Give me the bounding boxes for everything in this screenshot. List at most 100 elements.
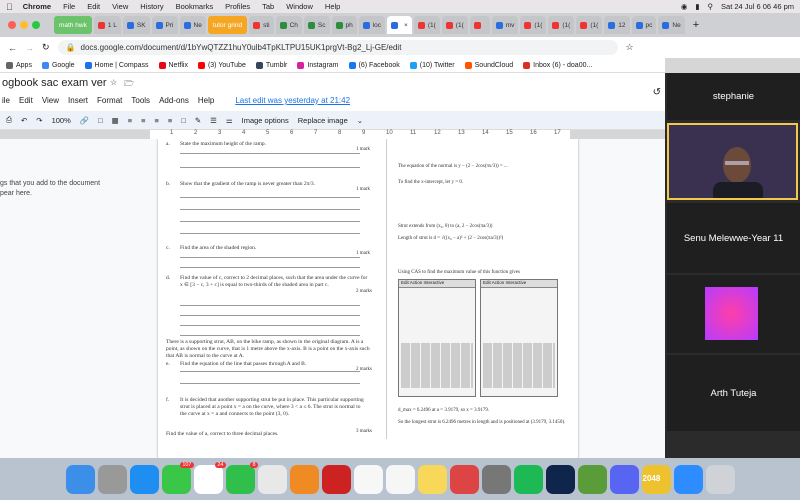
close-window-icon[interactable] bbox=[8, 21, 16, 29]
browser-tab[interactable] bbox=[469, 16, 490, 34]
print-icon[interactable]: ⎙ bbox=[6, 115, 12, 125]
menu-bookmarks[interactable]: Bookmarks bbox=[176, 2, 214, 11]
finder-icon[interactable] bbox=[65, 464, 95, 494]
zoom-icon[interactable] bbox=[673, 464, 703, 494]
browser-tab[interactable]: Ne bbox=[658, 16, 685, 34]
replace-image-button[interactable]: Replace image bbox=[298, 116, 348, 125]
activity-icon[interactable]: ↺ bbox=[653, 87, 661, 98]
align-center-icon[interactable]: ≡ bbox=[141, 116, 145, 125]
minecraft-icon[interactable] bbox=[577, 464, 607, 494]
browser-tab[interactable]: (1( bbox=[548, 16, 575, 34]
link-icon[interactable]: 🔗 bbox=[80, 116, 89, 125]
bookmark-item[interactable]: Inbox (6) - doa00... bbox=[523, 61, 592, 69]
browser-tab[interactable]: 12 bbox=[604, 16, 630, 34]
bookmark-item[interactable]: Home | Compass bbox=[84, 61, 149, 69]
pdf-icon[interactable] bbox=[449, 464, 479, 494]
browser-tab[interactable]: pc bbox=[631, 16, 657, 34]
browser-tab[interactable]: (1( bbox=[413, 16, 440, 34]
menu-file[interactable]: File bbox=[63, 2, 75, 11]
tab-group-label[interactable]: math hwk bbox=[54, 16, 92, 34]
2048-icon[interactable]: 2048 bbox=[641, 464, 671, 494]
bookmark-item[interactable]: Tumblr bbox=[255, 61, 287, 69]
webcam-video[interactable] bbox=[667, 123, 798, 200]
facetime-icon[interactable]: 8 bbox=[225, 461, 258, 494]
search-icon[interactable]: ⚲ bbox=[708, 2, 714, 11]
border-weight-icon[interactable]: ☰ bbox=[210, 116, 217, 125]
browser-tab[interactable]: Ne bbox=[179, 16, 206, 34]
participant-tile[interactable]: Senu Melewwe-Year 11 bbox=[667, 203, 800, 273]
browser-tab[interactable]: SK bbox=[122, 16, 150, 34]
align-right-icon[interactable]: ≡ bbox=[155, 116, 159, 125]
docs-menu-insert[interactable]: Insert bbox=[68, 96, 88, 105]
bookmark-item[interactable]: Apps bbox=[6, 61, 32, 69]
menu-history[interactable]: History bbox=[140, 2, 163, 11]
close-tab-icon[interactable]: × bbox=[404, 22, 408, 29]
document-page[interactable]: a. State the maximum height of the ramp. 1… bbox=[158, 139, 578, 459]
browser-tab[interactable]: Pri bbox=[151, 16, 178, 34]
stickies-icon[interactable] bbox=[417, 464, 447, 494]
address-bar[interactable]: 🔒 docs.google.com/document/d/1bYwQTZZ1hu… bbox=[57, 40, 618, 55]
menubar-app-name[interactable]: Chrome bbox=[23, 2, 51, 11]
bookmark-item[interactable]: (10) Twitter bbox=[409, 61, 455, 69]
pen-icon[interactable]: ✎ bbox=[195, 116, 201, 125]
tab-group-label[interactable]: tutor grind bbox=[207, 16, 248, 34]
ruler[interactable]: 1 2 3 4 5 6 7 8 9 10 11 12 13 14 15 16 17 bbox=[150, 130, 570, 139]
browser-tab[interactable]: (1( bbox=[520, 16, 547, 34]
apple-icon[interactable]:  bbox=[6, 2, 13, 12]
border-dash-icon[interactable]: ⚌ bbox=[226, 116, 233, 125]
bookmark-item[interactable]: Netflix bbox=[158, 61, 188, 69]
align-left-icon[interactable]: ≡ bbox=[128, 116, 132, 125]
menu-tab[interactable]: Tab bbox=[262, 2, 274, 11]
chevron-down-icon[interactable]: ⌄ bbox=[357, 116, 363, 125]
browser-tab[interactable]: Ch bbox=[275, 16, 302, 34]
crop-icon[interactable]: □ bbox=[181, 116, 186, 125]
browser-tab[interactable]: (1( bbox=[576, 16, 603, 34]
safari-icon[interactable] bbox=[129, 464, 159, 494]
menu-window[interactable]: Window bbox=[286, 2, 313, 11]
chrome-icon[interactable] bbox=[257, 464, 287, 494]
browser-tab[interactable]: mv bbox=[491, 16, 519, 34]
participant-tile[interactable]: Arth Tuteja bbox=[667, 355, 800, 431]
docs-menu-tools[interactable]: Tools bbox=[131, 96, 150, 105]
move-folder-icon[interactable]: 🗁 bbox=[124, 78, 134, 92]
document-title[interactable]: ogbook sac exam ver bbox=[2, 77, 107, 89]
bookmark-item[interactable]: Google bbox=[41, 61, 75, 69]
menu-edit[interactable]: Edit bbox=[87, 2, 100, 11]
battery-icon[interactable]: ▮ bbox=[695, 2, 699, 11]
vlc-icon[interactable] bbox=[289, 464, 319, 494]
trash-icon[interactable] bbox=[705, 464, 735, 494]
image-icon[interactable]: ▦ bbox=[112, 116, 119, 125]
launchpad-icon[interactable] bbox=[97, 464, 127, 494]
docs-menu-file[interactable]: ile bbox=[2, 96, 10, 105]
docs-menu-edit[interactable]: Edit bbox=[19, 96, 33, 105]
docs-menu-addons[interactable]: Add-ons bbox=[159, 96, 189, 105]
docs-menu-view[interactable]: View bbox=[42, 96, 59, 105]
justify-icon[interactable]: ≡ bbox=[168, 116, 172, 125]
wifi-icon[interactable]: ◉ bbox=[681, 2, 688, 11]
menubar-datetime[interactable]: Sat 24 Jul 6 06 46 pm bbox=[721, 2, 794, 11]
calendar-icon[interactable]: 24 bbox=[193, 461, 226, 494]
bookmark-item[interactable]: (3) YouTube bbox=[197, 61, 246, 69]
spotify-icon[interactable] bbox=[513, 464, 543, 494]
comment-icon[interactable]: □ bbox=[98, 116, 103, 125]
image-options-button[interactable]: Image options bbox=[242, 116, 289, 125]
bookmark-item[interactable]: Instagram bbox=[297, 61, 339, 69]
browser-tab[interactable]: × bbox=[387, 16, 412, 34]
last-edit-link[interactable]: Last edit was yesterday at 21:42 bbox=[235, 96, 350, 105]
zoom-window-icon[interactable] bbox=[32, 21, 40, 29]
minimize-window-icon[interactable] bbox=[20, 21, 28, 29]
browser-tab[interactable]: Sc bbox=[303, 16, 330, 34]
settings-icon[interactable] bbox=[481, 464, 511, 494]
photos-icon[interactable] bbox=[353, 464, 383, 494]
new-tab-button[interactable]: + bbox=[693, 19, 699, 31]
forward-icon[interactable]: → bbox=[25, 43, 34, 53]
undo-icon[interactable]: ↶ bbox=[21, 116, 27, 125]
notes-icon[interactable] bbox=[385, 464, 415, 494]
menu-help[interactable]: Help bbox=[325, 2, 340, 11]
browser-tab[interactable]: sti bbox=[249, 16, 274, 34]
browser-tab[interactable]: ph bbox=[331, 16, 357, 34]
bookmark-item[interactable]: (6) Facebook bbox=[348, 61, 400, 69]
bookmark-item[interactable]: SoundCloud bbox=[464, 61, 513, 69]
discord-icon[interactable] bbox=[609, 464, 639, 494]
steam-icon[interactable] bbox=[545, 464, 575, 494]
